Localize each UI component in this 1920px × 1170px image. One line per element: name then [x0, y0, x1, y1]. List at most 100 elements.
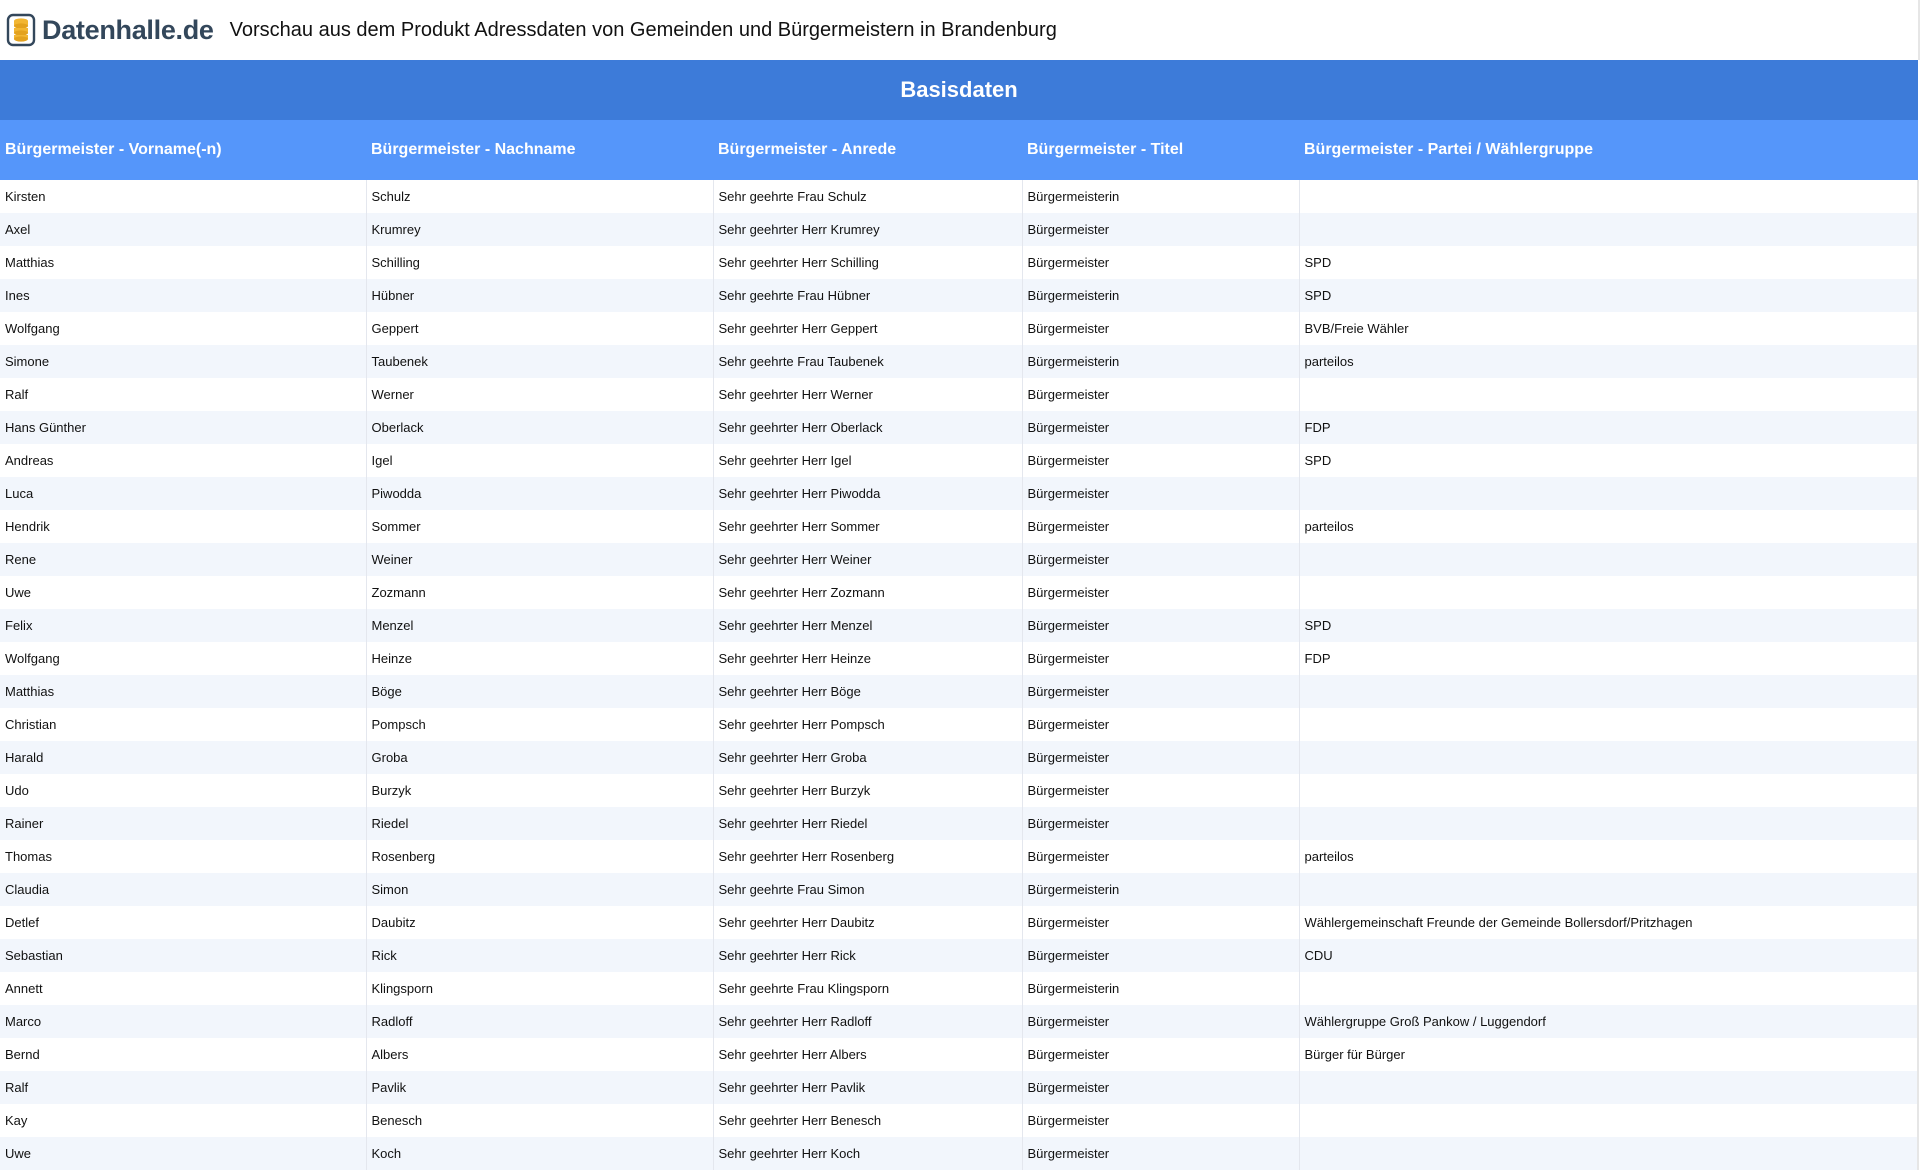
table-cell: Rick	[366, 939, 714, 972]
table-cell: Sehr geehrter Herr Albers	[713, 1038, 1023, 1071]
table-cell: Heinze	[366, 642, 714, 675]
table-row: Rainer Riedel Sehr geehrter Herr Riedel Bür…	[0, 807, 1920, 840]
table-cell: Wolfgang	[0, 312, 367, 345]
table-cell: Bürgermeister	[1022, 1104, 1300, 1137]
table-cell	[1299, 807, 1920, 840]
table-cell	[1299, 972, 1920, 1005]
table-cell: BVB/Freie Wähler	[1299, 312, 1920, 345]
table-cell: Axel	[0, 213, 367, 246]
table-cell: Piwodda	[366, 477, 714, 510]
table-cell: Claudia	[0, 873, 367, 906]
table-cell: Sehr geehrte Frau Simon	[713, 873, 1023, 906]
table-cell: Felix	[0, 609, 367, 642]
table-cell: Geppert	[366, 312, 714, 345]
table-cell: Zozmann	[366, 576, 714, 609]
table-cell: Ralf	[0, 378, 367, 411]
table-row: Ralf Pavlik Sehr geehrter Herr Pavlik Bürge…	[0, 1071, 1920, 1104]
table-cell: Bernd	[0, 1038, 367, 1071]
table-cell: Bürgermeister	[1022, 939, 1300, 972]
table-cell: Bürgermeister	[1022, 1005, 1300, 1038]
table-cell: Hendrik	[0, 510, 367, 543]
table-cell: Pompsch	[366, 708, 714, 741]
table-cell: Bürgermeister	[1022, 840, 1300, 873]
table-cell: parteilos	[1299, 510, 1920, 543]
table-cell: Kirsten	[0, 180, 367, 213]
column-header-row: Bürgermeister - Vorname(-n) Bürgermeister…	[0, 120, 1919, 180]
table-cell: Bürgermeister	[1022, 807, 1300, 840]
column-header[interactable]: Bürgermeister - Titel	[1022, 120, 1299, 180]
table-cell: Bürgermeisterin	[1022, 873, 1300, 906]
table-row: Harald Groba Sehr geehrter Herr Groba Bürge…	[0, 741, 1920, 774]
column-header[interactable]: Bürgermeister - Partei / Wählergruppe	[1299, 120, 1919, 180]
table-row: Marco Radloff Sehr geehrter Herr Radloff Bü…	[0, 1005, 1920, 1038]
table-cell: Hübner	[366, 279, 714, 312]
table-cell: Wählergruppe Groß Pankow / Luggendorf	[1299, 1005, 1920, 1038]
table-cell: FDP	[1299, 411, 1920, 444]
table-cell: Ralf	[0, 1071, 367, 1104]
table-row: Christian Pompsch Sehr geehrter Herr Pomps…	[0, 708, 1920, 741]
table-row: Annett Klingsporn Sehr geehrte Frau Klings…	[0, 972, 1920, 1005]
table-row: Axel Krumrey Sehr geehrter Herr Krumrey Bür…	[0, 213, 1920, 246]
table-cell: Sehr geehrter Herr Rick	[713, 939, 1023, 972]
table-cell: Wählergemeinschaft Freunde der Gemeinde …	[1299, 906, 1920, 939]
table-row: Luca Piwodda Sehr geehrter Herr Piwodda Bür…	[0, 477, 1920, 510]
column-header[interactable]: Bürgermeister - Anrede	[713, 120, 1022, 180]
table-cell: Sehr geehrte Frau Schulz	[713, 180, 1023, 213]
table-cell: Bürgermeisterin	[1022, 972, 1300, 1005]
table-cell: Sehr geehrter Herr Groba	[713, 741, 1023, 774]
table-cell: Simon	[366, 873, 714, 906]
table-cell: Sehr geehrter Herr Geppert	[713, 312, 1023, 345]
table-cell: Sehr geehrter Herr Riedel	[713, 807, 1023, 840]
table-cell: Bürgermeister	[1022, 378, 1300, 411]
table-cell: Sehr geehrter Herr Burzyk	[713, 774, 1023, 807]
table-cell: Sehr geehrter Herr Werner	[713, 378, 1023, 411]
table-cell: Sehr geehrte Frau Taubenek	[713, 345, 1023, 378]
table-cell	[1299, 774, 1920, 807]
table-cell: Sehr geehrter Herr Rosenberg	[713, 840, 1023, 873]
table-cell: Thomas	[0, 840, 367, 873]
table-cell	[1299, 1071, 1920, 1104]
table-cell: Udo	[0, 774, 367, 807]
logo[interactable]: Datenhalle.de	[6, 0, 214, 60]
logo-text: Datenhalle.de	[42, 14, 214, 45]
table-cell: SPD	[1299, 246, 1920, 279]
table-cell: Igel	[366, 444, 714, 477]
table-cell: Sehr geehrter Herr Sommer	[713, 510, 1023, 543]
table-cell: Bürgermeister	[1022, 609, 1300, 642]
table-cell: Bürgermeister	[1022, 576, 1300, 609]
table-cell: Weiner	[366, 543, 714, 576]
table-row: Matthias Böge Sehr geehrter Herr Böge Bürge…	[0, 675, 1920, 708]
table-row: Hendrik Sommer Sehr geehrter Herr Sommer Bü…	[0, 510, 1920, 543]
table-cell: Harald	[0, 741, 367, 774]
column-header[interactable]: Bürgermeister - Vorname(-n)	[0, 120, 366, 180]
table-row: Detlef Daubitz Sehr geehrter Herr Daubitz B…	[0, 906, 1920, 939]
column-header[interactable]: Bürgermeister - Nachname	[366, 120, 713, 180]
table-cell: Bürgermeister	[1022, 312, 1300, 345]
table-cell: Bürgermeister	[1022, 675, 1300, 708]
database-stack-icon	[6, 13, 36, 47]
table-cell: Sehr geehrter Herr Radloff	[713, 1005, 1023, 1038]
table-cell: Wolfgang	[0, 642, 367, 675]
data-table: Basisdaten Bürgermeister - Vorname(-n) Bü…	[0, 60, 1920, 1170]
table-cell: parteilos	[1299, 345, 1920, 378]
table-cell: Riedel	[366, 807, 714, 840]
table-cell: Bürgermeisterin	[1022, 279, 1300, 312]
table-cell: Daubitz	[366, 906, 714, 939]
table-cell	[1299, 708, 1920, 741]
table-row: Hans Günther Oberlack Sehr geehrter Herr O…	[0, 411, 1920, 444]
table-cell: Bürgermeister	[1022, 906, 1300, 939]
table-cell	[1299, 378, 1920, 411]
table-cell: Bürgermeister	[1022, 774, 1300, 807]
table-cell: Schilling	[366, 246, 714, 279]
table-row: Kay Benesch Sehr geehrter Herr Benesch Bürg…	[0, 1104, 1920, 1137]
table-cell: Oberlack	[366, 411, 714, 444]
table-cell: Sehr geehrter Herr Menzel	[713, 609, 1023, 642]
table-cell: SPD	[1299, 279, 1920, 312]
table-cell: Christian	[0, 708, 367, 741]
table-cell: Sehr geehrter Herr Weiner	[713, 543, 1023, 576]
table-cell: Rosenberg	[366, 840, 714, 873]
table-cell: Sehr geehrter Herr Benesch	[713, 1104, 1023, 1137]
table-row: Andreas Igel Sehr geehrter Herr Igel Bürger…	[0, 444, 1920, 477]
table-cell: Sebastian	[0, 939, 367, 972]
table-cell: parteilos	[1299, 840, 1920, 873]
